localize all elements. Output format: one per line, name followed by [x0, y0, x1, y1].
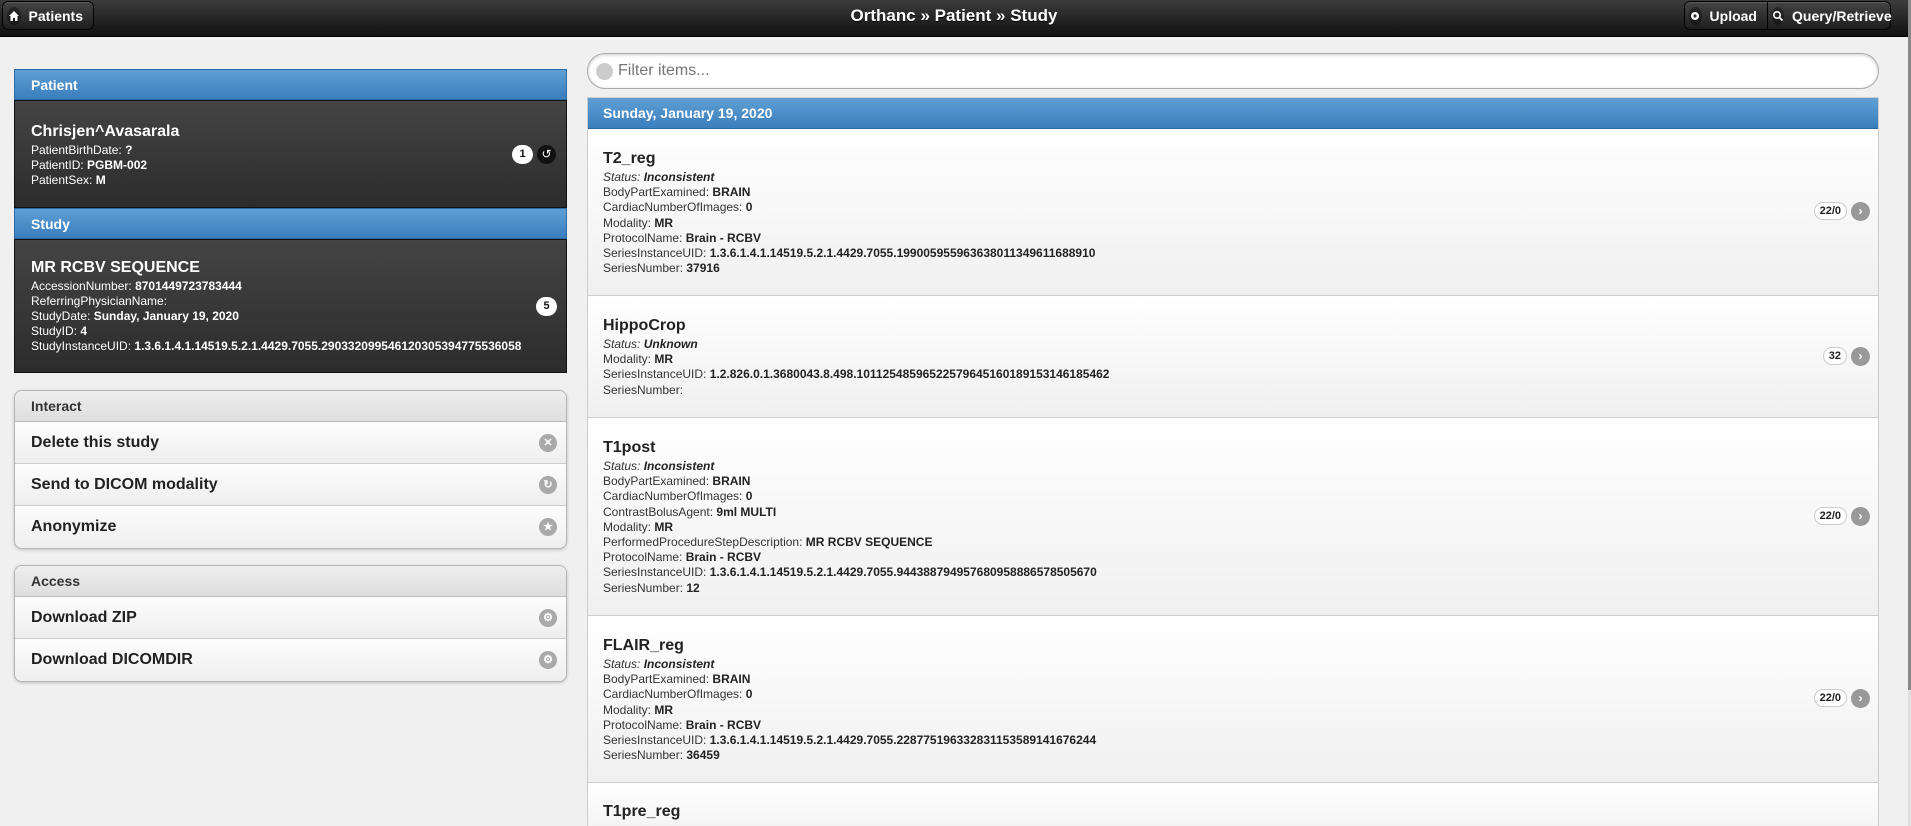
series-field: ContrastBolusAgent: 9ml MULTI: [603, 504, 777, 519]
series-name: T2_reg: [603, 150, 656, 167]
top-bar: Patients Orthanc » Patient » Study Uploa…: [0, 0, 1908, 37]
patient-heading: Patient: [14, 69, 567, 100]
anonymize-button[interactable]: Anonymize ★: [15, 506, 566, 548]
instance-count: 22/0: [1813, 202, 1847, 220]
study-field: StudyDate: Sunday, January 19, 2020: [31, 309, 239, 323]
patient-field: PatientSex: M: [31, 173, 106, 187]
study-field: ReferringPhysicianName:: [31, 294, 168, 308]
series-name: HippoCrop: [603, 317, 686, 334]
upload-button-label: Upload: [1709, 7, 1757, 24]
study-field: AccessionNumber: 8701449723783444: [31, 279, 242, 293]
series-field: Modality: MR: [603, 519, 674, 534]
instance-count: 32: [1822, 347, 1847, 365]
series-item-hippocrop[interactable]: HippoCrop Status: Unknown Modality: MR S…: [588, 296, 1878, 418]
series-name: FLAIR_reg: [603, 637, 684, 654]
study-heading: Study: [14, 208, 567, 239]
filter-input[interactable]: [618, 60, 1868, 82]
series-field: ProtocolName: Brain - RCBV: [603, 717, 762, 732]
patient-field: PatientBirthDate: ?: [31, 143, 133, 157]
series-field: Modality: MR: [603, 702, 674, 717]
series-status: Status: Inconsistent: [603, 657, 715, 671]
series-field: ProtocolName: Brain - RCBV: [603, 230, 762, 245]
interact-panel: Interact Delete this study ✕ Send to DIC…: [14, 390, 567, 549]
send-icon: ↻: [539, 476, 557, 494]
instance-count: 22/0: [1813, 689, 1847, 707]
delete-icon: ✕: [539, 434, 557, 452]
gear-icon: ⚙: [539, 651, 557, 669]
chevron-right-icon[interactable]: ›: [1851, 689, 1870, 708]
study-series-count: 5: [536, 297, 557, 316]
query-retrieve-button-label: Query/Retrieve: [1792, 7, 1892, 24]
series-field: SeriesInstanceUID: 1.2.826.0.1.3680043.8…: [603, 367, 1110, 382]
series-status: Status: Inconsistent: [603, 170, 715, 184]
access-heading: Access: [15, 566, 566, 597]
gear-icon: ⚙: [539, 609, 557, 627]
series-field: BodyPartExamined: BRAIN: [603, 474, 751, 489]
series-field: CardiacNumberOfImages: 0: [603, 489, 753, 504]
patient-name: Chrisjen^Avasarala: [31, 123, 180, 140]
series-item-flair-reg[interactable]: FLAIR_reg Status: Inconsistent BodyPartE…: [588, 616, 1878, 783]
series-field: SeriesInstanceUID: 1.3.6.1.4.1.14519.5.2…: [603, 733, 1097, 748]
study-field: StudyID: 4: [31, 324, 88, 338]
series-field: ProtocolName: Brain - RCBV: [603, 550, 762, 565]
study-info: MR RCBV SEQUENCE AccessionNumber: 870144…: [14, 239, 567, 373]
series-name: T1post: [603, 439, 656, 456]
interact-heading: Interact: [15, 391, 566, 422]
study-field: StudyInstanceUID: 1.3.6.1.4.1.14519.5.2.…: [31, 339, 522, 353]
send-to-modality-button[interactable]: Send to DICOM modality ↻: [15, 464, 566, 506]
upload-button[interactable]: Upload: [1684, 1, 1768, 30]
search-icon: [596, 63, 613, 80]
delete-study-button[interactable]: Delete this study ✕: [15, 422, 566, 464]
series-field: BodyPartExamined: BRAIN: [603, 672, 751, 687]
series-field: SeriesNumber: 37916: [603, 261, 720, 276]
series-item-t2-reg[interactable]: T2_reg Status: Inconsistent BodyPartExam…: [588, 129, 1878, 296]
series-field: SeriesNumber:: [603, 382, 684, 397]
series-status: Status: Unknown: [603, 337, 698, 351]
star-icon: ★: [539, 518, 557, 536]
download-zip-button[interactable]: Download ZIP ⚙: [15, 597, 566, 639]
series-field: Modality: MR: [603, 215, 674, 230]
chevron-right-icon[interactable]: ›: [1851, 507, 1870, 526]
series-name: T1pre_reg: [603, 803, 681, 820]
filter-box: [587, 53, 1879, 89]
download-dicomdir-button[interactable]: Download DICOMDIR ⚙: [15, 639, 566, 681]
series-field: BodyPartExamined: BRAIN: [603, 185, 751, 200]
series-field: CardiacNumberOfImages: 0: [603, 687, 753, 702]
chevron-right-icon[interactable]: ›: [1851, 347, 1870, 366]
page-title: Orthanc » Patient » Study: [850, 6, 1058, 25]
access-panel: Access Download ZIP ⚙ Download DICOMDIR …: [14, 565, 567, 682]
patient-study-count: 1: [512, 145, 533, 164]
series-field: SeriesNumber: 36459: [603, 748, 720, 763]
series-field: SeriesInstanceUID: 1.3.6.1.4.1.14519.5.2…: [603, 246, 1096, 261]
series-field: SeriesInstanceUID: 1.3.6.1.4.1.14519.5.2…: [603, 565, 1097, 580]
series-field: SeriesNumber: 12: [603, 580, 700, 595]
series-field: PerformedProcedureStepDescription: MR RC…: [603, 535, 933, 550]
instance-count: 22/0: [1813, 507, 1847, 525]
query-retrieve-button[interactable]: Query/Retrieve: [1767, 1, 1892, 30]
gear-icon: [1689, 6, 1702, 25]
series-list: Sunday, January 19, 2020 T2_reg Status: …: [587, 97, 1879, 826]
patient-info[interactable]: Chrisjen^Avasarala PatientBirthDate: ? P…: [14, 100, 567, 208]
patient-field: PatientID: PGBM-002: [31, 158, 148, 172]
search-icon: [1772, 6, 1784, 25]
series-item-t1post[interactable]: T1post Status: Inconsistent BodyPartExam…: [588, 418, 1878, 616]
revert-icon[interactable]: ↺: [537, 145, 556, 164]
series-field: CardiacNumberOfImages: 0: [603, 200, 753, 215]
study-name: MR RCBV SEQUENCE: [31, 259, 200, 276]
series-status: Status: Inconsistent: [603, 459, 715, 473]
date-divider: Sunday, January 19, 2020: [588, 98, 1878, 129]
chevron-right-icon[interactable]: ›: [1851, 202, 1870, 221]
series-field: Modality: MR: [603, 352, 674, 367]
series-item-t1pre-reg[interactable]: T1pre_reg: [588, 783, 1878, 826]
